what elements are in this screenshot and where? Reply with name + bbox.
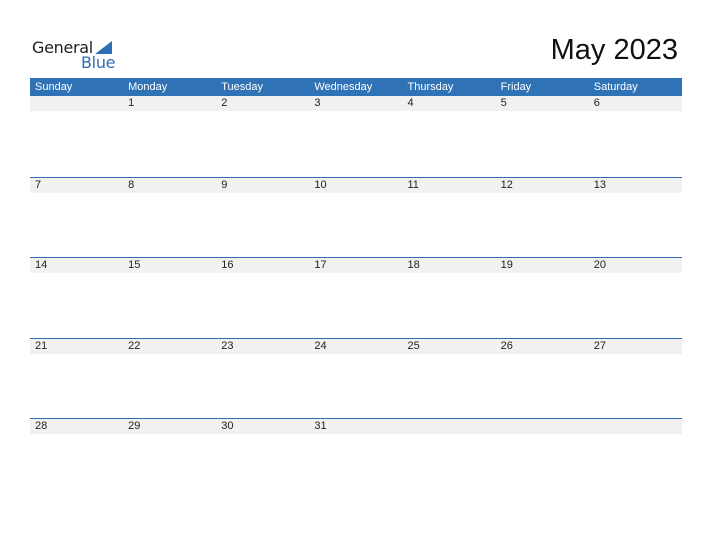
- weekday-thursday: Thursday: [407, 81, 454, 93]
- day-cell: [589, 419, 682, 434]
- week-row: 28 29 30 31: [30, 418, 682, 499]
- day-cell: 14: [35, 259, 48, 271]
- date-strip: 1 2 3 4 5 6: [30, 96, 682, 111]
- day-cell: 7: [35, 178, 42, 191]
- day-cell: 12: [500, 178, 513, 191]
- day-cell: 21: [35, 339, 48, 352]
- week-row: 14 15 16 17 18 19 20: [30, 257, 682, 338]
- day-cell: 3: [314, 97, 321, 109]
- weekday-tuesday: Tuesday: [221, 81, 264, 93]
- weekday-saturday: Saturday: [593, 81, 638, 93]
- logo-text-blue: Blue: [81, 53, 116, 72]
- day-cell: 24: [314, 339, 327, 352]
- day-cell: 15: [128, 259, 141, 271]
- day-cell: 5: [500, 97, 507, 109]
- day-cell: 23: [221, 339, 234, 352]
- day-cell: 17: [314, 259, 327, 271]
- day-cell: 4: [407, 97, 414, 109]
- day-cell: [30, 96, 123, 111]
- weekday-friday: Friday: [500, 81, 532, 93]
- day-cell: 11: [407, 178, 419, 191]
- day-cell: [496, 419, 589, 434]
- weekday-wednesday: Wednesday: [314, 81, 373, 93]
- day-cell: [403, 419, 496, 434]
- date-strip: 21 22 23 24 25 26 27: [30, 338, 682, 354]
- weekday-monday: Monday: [128, 81, 168, 93]
- day-cell: 13: [593, 178, 606, 191]
- day-cell: 19: [500, 259, 513, 271]
- day-cell: 8: [128, 178, 135, 191]
- day-cell: 6: [593, 97, 600, 109]
- date-strip: 28 29 30 31: [30, 419, 682, 434]
- day-cell: 18: [407, 259, 420, 271]
- day-cell: 22: [128, 339, 141, 352]
- day-cell: 29: [128, 420, 141, 432]
- calendar-title: May 2023: [550, 34, 678, 66]
- day-cell: 10: [314, 178, 327, 191]
- day-cell: 2: [221, 97, 228, 109]
- day-cell: 30: [221, 420, 234, 432]
- date-strip: 14 15 16 17 18 19 20: [30, 258, 682, 273]
- day-cell: 28: [35, 420, 48, 432]
- day-cell: 31: [314, 420, 327, 432]
- day-cell: 16: [221, 259, 234, 271]
- calendar-grid: Sunday Monday Tuesday Wednesday Thursday…: [30, 78, 682, 499]
- day-cell: 9: [221, 178, 228, 191]
- weekday-header: Sunday Monday Tuesday Wednesday Thursday…: [30, 78, 682, 96]
- date-strip: 7 8 9 10 11 12 13: [30, 177, 682, 193]
- day-cell: 26: [500, 339, 513, 352]
- day-cell: 1: [128, 97, 135, 109]
- week-row: 1 2 3 4 5 6: [30, 96, 682, 177]
- day-cell: 20: [593, 259, 606, 271]
- week-row: 7 8 9 10 11 12 13: [30, 176, 682, 258]
- week-row: 21 22 23 24 25 26 27: [30, 337, 682, 419]
- weekday-sunday: Sunday: [35, 81, 73, 93]
- day-cell: 25: [407, 339, 420, 352]
- day-cell: 27: [593, 339, 606, 352]
